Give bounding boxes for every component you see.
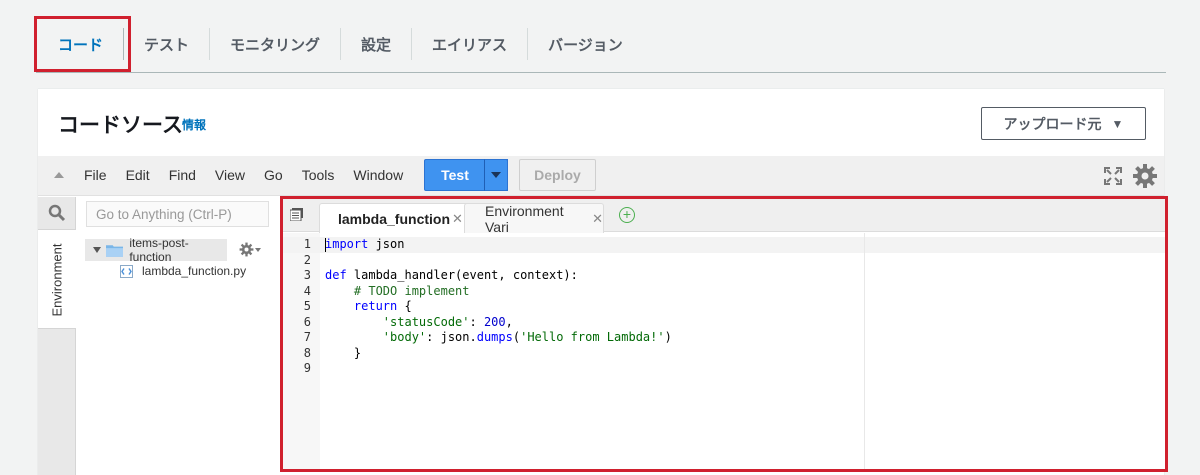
line-number: 4	[303, 283, 311, 298]
line-number: 1	[303, 237, 311, 251]
file-tree: Go to Anything (Ctrl-P) items-post-funct…	[77, 197, 281, 475]
editor-tab-environment-variables[interactable]: Environment Vari ✕	[464, 202, 604, 235]
menu-edit[interactable]: Edit	[126, 167, 150, 183]
code-line[interactable]: }	[325, 346, 361, 362]
code-line[interactable]: return {	[325, 299, 412, 315]
search-icon[interactable]	[48, 204, 66, 222]
code-line[interactable]: import json	[325, 237, 404, 253]
editor-tab-label: Environment Vari	[485, 202, 564, 235]
line-number: 5	[303, 299, 311, 313]
tab-monitoring[interactable]: モニタリング	[210, 28, 342, 60]
test-label: Test	[441, 167, 469, 183]
editor-tab-lambda-function[interactable]: lambda_function ✕	[319, 203, 469, 233]
menu-window[interactable]: Window	[353, 167, 403, 183]
add-tab-icon[interactable]: +	[619, 207, 635, 223]
document-list-icon[interactable]	[290, 208, 304, 221]
menu-tools[interactable]: Tools	[302, 167, 335, 183]
file-item[interactable]: lambda_function.py	[120, 264, 246, 278]
ide-toolbar: File Edit Find View Go Tools Window Test…	[38, 156, 1164, 196]
folder-icon	[106, 244, 124, 257]
text-cursor	[325, 238, 326, 252]
panel-title: コードソース	[58, 114, 183, 137]
line-number: 3	[303, 268, 311, 282]
tab-versions[interactable]: バージョン	[528, 28, 643, 60]
active-line-highlight	[281, 237, 1167, 253]
gear-icon[interactable]	[1132, 163, 1158, 189]
deploy-button[interactable]: Deploy	[519, 159, 596, 191]
line-number: 9	[303, 361, 311, 375]
tab-test[interactable]: テスト	[124, 28, 211, 60]
code-line[interactable]: 'statusCode': 200,	[325, 315, 513, 331]
code-line[interactable]: 'body': json.dumps('Hello from Lambda!')	[325, 330, 672, 346]
close-icon[interactable]: ✕	[452, 211, 463, 227]
caret-down-icon	[491, 172, 501, 178]
collapse-up-icon[interactable]	[54, 172, 64, 178]
caret-down-icon	[255, 247, 261, 252]
upload-from-button[interactable]: アップロード元 ▼	[981, 107, 1146, 140]
function-tabs: コード テスト モニタリング 設定 エイリアス バージョン	[36, 16, 1166, 73]
code-line[interactable]: # TODO implement	[325, 284, 470, 300]
test-dropdown-button[interactable]	[484, 159, 508, 191]
line-number: 2	[303, 252, 311, 267]
line-number: 8	[303, 345, 311, 360]
info-link[interactable]: 情報	[182, 116, 206, 133]
menu-bar: File Edit Find View Go Tools Window	[84, 167, 422, 183]
caret-down-icon: ▼	[1111, 116, 1124, 131]
menu-go[interactable]: Go	[264, 167, 283, 183]
code-editor: lambda_function ✕ Environment Vari ✕ + 1…	[281, 197, 1167, 471]
editor-tab-label: lambda_function	[338, 210, 451, 227]
tab-settings[interactable]: 設定	[341, 28, 413, 60]
side-panel-strip: Environment	[38, 197, 76, 475]
expand-triangle-icon[interactable]	[93, 247, 101, 253]
tab-aliases[interactable]: エイリアス	[412, 28, 529, 60]
editor-tab-bar: lambda_function ✕ Environment Vari ✕ +	[281, 197, 1167, 235]
environment-label: Environment	[49, 243, 65, 317]
print-margin	[864, 233, 865, 471]
upload-from-label: アップロード元	[1003, 115, 1102, 132]
folder-item[interactable]: items-post-function	[85, 236, 227, 264]
menu-find[interactable]: Find	[169, 167, 196, 183]
menu-view[interactable]: View	[215, 167, 245, 183]
line-number: 7	[303, 330, 311, 344]
folder-name: items-post-function	[129, 236, 189, 264]
tab-code[interactable]: コード	[36, 28, 124, 60]
menu-file[interactable]: File	[84, 167, 107, 183]
tree-settings-button[interactable]	[239, 242, 261, 257]
environment-tab[interactable]: Environment	[38, 229, 76, 329]
gear-icon	[239, 242, 254, 257]
fullscreen-icon[interactable]	[1104, 167, 1122, 185]
file-name: lambda_function.py	[142, 264, 247, 278]
line-number: 6	[303, 314, 311, 329]
python-file-icon	[120, 264, 133, 278]
goto-anything-input[interactable]: Go to Anything (Ctrl-P)	[86, 201, 269, 227]
code-line[interactable]: def lambda_handler(event, context):	[325, 268, 578, 284]
close-icon[interactable]: ✕	[592, 211, 603, 227]
